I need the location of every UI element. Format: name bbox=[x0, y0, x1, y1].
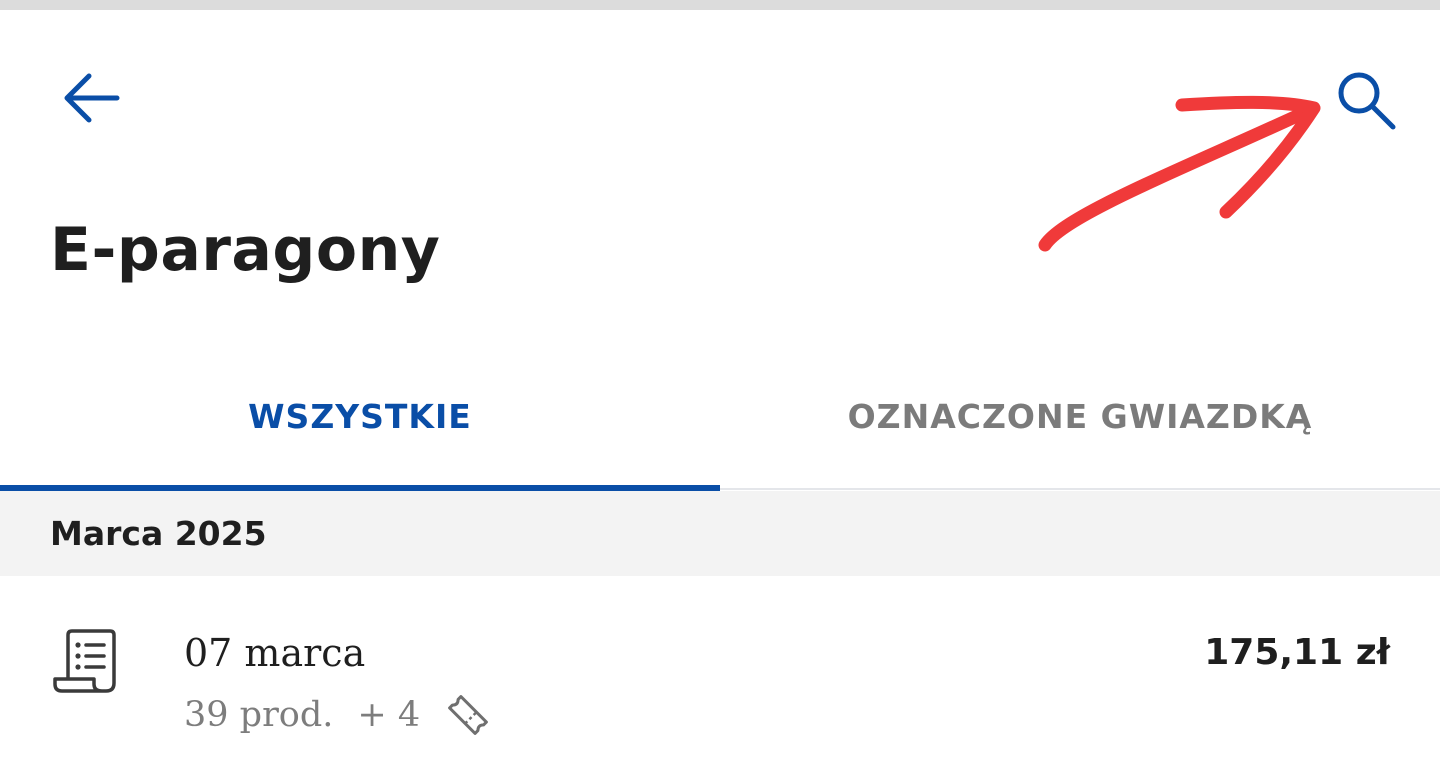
receipt-amount: 175,11 zł bbox=[1204, 632, 1390, 673]
tab-all[interactable]: WSZYSTKIE bbox=[0, 346, 722, 487]
search-icon bbox=[1338, 72, 1396, 130]
list-item[interactable]: 07 marca 39 prod. + 4 175,11 zł bbox=[0, 577, 1440, 772]
tab-starred[interactable]: OZNACZONE GWIAZDKĄ bbox=[720, 346, 1440, 487]
receipt-meta: 39 prod. + 4 bbox=[184, 689, 494, 741]
top-status-strip bbox=[0, 0, 1440, 10]
receipt-date: 07 marca bbox=[184, 631, 366, 675]
page-title: E-paragony bbox=[50, 215, 441, 285]
extra-count: + 4 bbox=[357, 695, 421, 735]
back-button[interactable] bbox=[52, 62, 128, 134]
tab-bar: WSZYSTKIE OZNACZONE GWIAZDKĄ bbox=[0, 346, 1440, 491]
product-count: 39 prod. bbox=[184, 695, 334, 735]
arrow-left-icon bbox=[64, 73, 120, 123]
annotation-arrow-icon bbox=[1038, 95, 1321, 252]
section-title: Marca 2025 bbox=[50, 514, 267, 553]
section-header: Marca 2025 bbox=[0, 491, 1440, 576]
search-button[interactable] bbox=[1326, 60, 1406, 140]
receipt-icon bbox=[53, 629, 116, 693]
coupon-tag-icon bbox=[448, 695, 489, 735]
